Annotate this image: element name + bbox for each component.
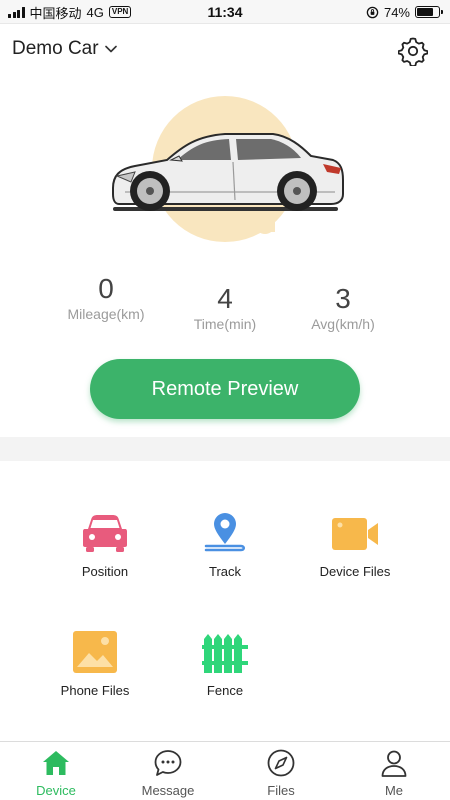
car-icon	[83, 515, 127, 552]
mileage-label: Mileage(km)	[67, 306, 145, 322]
status-bar: 中国移动 4G VPN 11:34 74%	[0, 0, 450, 24]
mileage-value: 0	[98, 273, 114, 304]
fence-icon	[202, 634, 248, 673]
battery-icon	[415, 6, 443, 18]
section-divider	[0, 437, 450, 461]
car-selector[interactable]: Demo Car	[12, 38, 117, 60]
car-illustration	[112, 96, 344, 242]
avg-speed-label: Avg(km/h)	[311, 316, 375, 332]
feature-device-files[interactable]: Device Files	[280, 512, 430, 602]
avg-speed-value: 3	[335, 283, 351, 314]
image-icon	[73, 631, 117, 673]
location-pin-icon	[204, 513, 246, 552]
bottom-tab-bar: Device Message Files Me	[0, 741, 450, 800]
compass-icon	[267, 749, 295, 777]
tab-device[interactable]: Device	[0, 742, 112, 800]
video-camera-icon	[332, 518, 378, 550]
stat-time: 4 Time(min)	[160, 272, 290, 332]
phone-files-label: Phone Files	[60, 683, 130, 698]
tab-device-label: Device	[36, 783, 76, 798]
tab-files-label: Files	[267, 783, 295, 798]
time-label: Time(min)	[193, 316, 257, 332]
battery-percent: 74%	[383, 4, 410, 20]
gear-icon[interactable]	[398, 36, 428, 66]
person-icon	[381, 750, 407, 777]
app-header: Demo Car	[0, 24, 450, 78]
status-right: 74%	[366, 0, 443, 24]
tab-message-label: Message	[141, 783, 195, 798]
time-value: 4	[217, 283, 233, 314]
feature-fence[interactable]: Fence	[150, 631, 300, 721]
stat-average-speed: 3 Avg(km/h)	[278, 272, 408, 332]
chat-bubble-icon	[154, 750, 182, 776]
home-icon	[43, 751, 69, 775]
feature-track[interactable]: Track	[150, 512, 300, 602]
tab-me-label: Me	[384, 783, 404, 798]
chevron-down-icon	[104, 45, 117, 53]
tab-files[interactable]: Files	[225, 742, 337, 800]
feature-phone-files[interactable]: Phone Files	[20, 631, 170, 721]
orientation-lock-icon	[366, 6, 379, 18]
fence-label: Fence	[206, 683, 244, 698]
track-label: Track	[208, 564, 242, 579]
tab-me[interactable]: Me	[338, 742, 450, 800]
tab-message[interactable]: Message	[112, 742, 224, 800]
stat-mileage: 0 Mileage(km)	[41, 272, 171, 322]
remote-preview-button[interactable]: Remote Preview	[90, 359, 360, 419]
device-files-label: Device Files	[319, 564, 391, 579]
car-name: Demo Car	[12, 38, 99, 59]
